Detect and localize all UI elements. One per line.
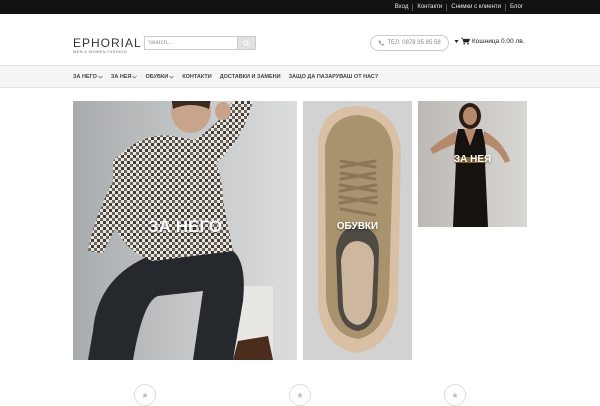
chevron-down-icon — [454, 39, 459, 43]
main-nav: ЗА НЕГО ЗА НЕЯ ОБУВКИ КОНТАКТИ ДОСТАВКИ … — [0, 65, 600, 88]
nav-item-label: КОНТАКТИ — [182, 73, 212, 80]
phone-number: ТЕЛ: 0878 95 85 58 — [387, 40, 441, 46]
nav-item-for-him[interactable]: ЗА НЕГО — [73, 74, 103, 80]
nav-item-label: ЗА НЕЯ — [110, 73, 132, 80]
phone-icon — [378, 40, 385, 46]
nav-item-why-us[interactable]: ЗАЩО ДА ПАЗАРУВАШ ОТ НАС? — [289, 74, 379, 80]
nav-item-label: ОБУВКИ — [145, 73, 169, 80]
banner-for-her[interactable]: ЗА НЕЯ — [418, 101, 527, 227]
nav-item-label: ДОСТАВКИ И ЗАМЕНИ — [219, 73, 281, 80]
banner-for-her-label: ЗА НЕЯ — [453, 154, 492, 165]
chevron-down-icon — [98, 75, 103, 79]
cart-label: Кошница 0.00 лв. — [472, 37, 525, 45]
nav-item-label: ЗА НЕГО — [73, 73, 97, 80]
login-link[interactable]: Вход — [391, 0, 413, 14]
banner-shoes[interactable]: ОБУВКИ — [303, 101, 412, 360]
feature-circle: ★ — [444, 384, 466, 406]
nav-item-label: ЗАЩО ДА ПАЗАРУВАШ ОТ НАС? — [288, 73, 379, 80]
nav-item-for-her[interactable]: ЗА НЕЯ — [111, 74, 138, 80]
nav-items: ЗА НЕГО ЗА НЕЯ ОБУВКИ КОНТАКТИ ДОСТАВКИ … — [73, 66, 378, 87]
search-icon — [243, 39, 250, 47]
feature-circle: ★ — [289, 384, 311, 406]
customer-photos-link[interactable]: Снимки с клиенти — [447, 0, 505, 14]
star-icon: ★ — [296, 390, 304, 400]
search-input[interactable] — [144, 36, 238, 50]
cart-icon — [461, 37, 470, 45]
chevron-down-icon — [132, 75, 138, 79]
search-button[interactable] — [238, 36, 256, 50]
nav-item-delivery[interactable]: ДОСТАВКИ И ЗАМЕНИ — [220, 74, 281, 80]
nav-item-shoes[interactable]: ОБУВКИ — [145, 73, 175, 80]
feature-circle: ★ — [134, 384, 156, 406]
top-links: Вход Контакти Снимки с клиенти Блог — [391, 0, 527, 14]
logo-text: EPHORIAL — [73, 36, 142, 50]
banner-shoes-label: ОБУВКИ — [336, 221, 379, 232]
contacts-link[interactable]: Контакти — [413, 0, 446, 14]
chevron-down-icon — [169, 75, 175, 79]
logo[interactable]: EPHORIAL MEN & WOMEN FASHION — [73, 37, 142, 54]
nav-item-contacts[interactable]: КОНТАКТИ — [182, 74, 211, 80]
banner-for-him-label: ЗА НЕГО — [148, 217, 222, 236]
top-bar: Вход Контакти Снимки с клиенти Блог — [0, 0, 600, 14]
search-bar — [144, 36, 256, 50]
cart-button[interactable]: Кошница 0.00 лв. — [454, 37, 525, 45]
star-icon: ★ — [451, 390, 459, 400]
banner-for-him[interactable]: ЗА НЕГО — [73, 101, 297, 360]
blog-link[interactable]: Блог — [506, 0, 527, 14]
phone-button[interactable]: ТЕЛ: 0878 95 85 58 — [370, 35, 449, 51]
star-icon: ★ — [141, 390, 149, 400]
